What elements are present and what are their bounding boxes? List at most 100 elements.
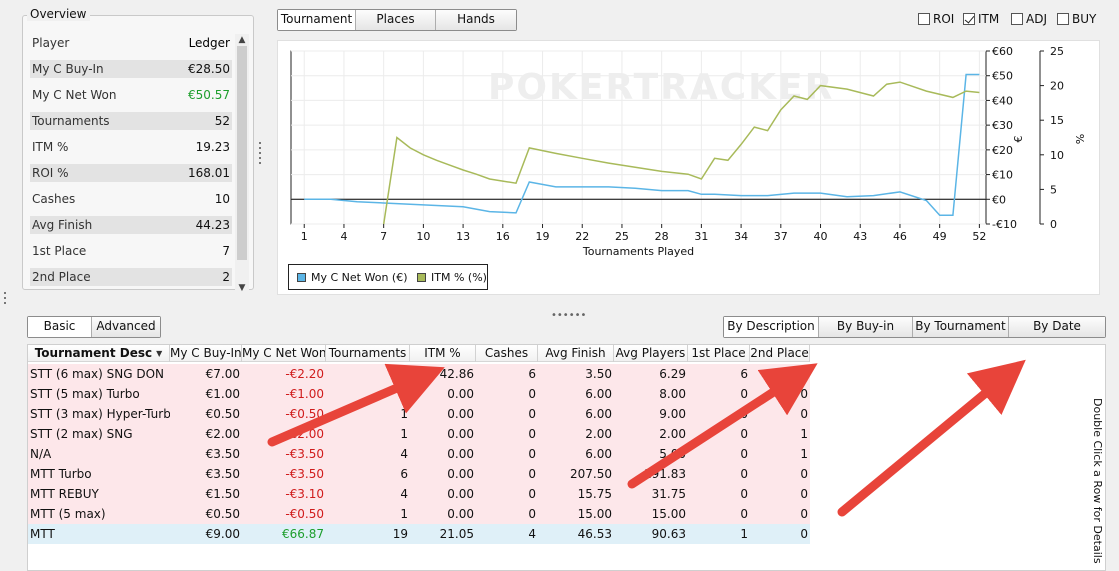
- column-header[interactable]: ITM %: [410, 345, 476, 362]
- left-splitter-grip[interactable]: [4, 292, 7, 318]
- table-cell: 6.00: [585, 407, 612, 421]
- table-cell: STT (2 max) SNG: [30, 427, 133, 441]
- x-tick-label: 46: [893, 230, 907, 243]
- overview-row-value: 10: [214, 192, 230, 206]
- chart-legend: My C Net Won (€) ITM % (%): [288, 264, 488, 290]
- tab-by-date[interactable]: By Date: [1009, 317, 1105, 337]
- checkbox-buy[interactable]: BUY: [1057, 12, 1096, 26]
- x-tick-label: 28: [655, 230, 669, 243]
- table-row[interactable]: N/A €3.50 -€3.50 4 0.00 0 6.00 5.00 0 1: [28, 444, 810, 464]
- tab-advanced[interactable]: Advanced: [92, 317, 160, 337]
- table-row[interactable]: MTT Turbo €3.50 -€3.50 6 0.00 0 207.50 191.83 0 0: [28, 464, 810, 484]
- table-cell: 0.00: [447, 507, 474, 521]
- table-cell: 6.29: [659, 367, 686, 381]
- overview-row-value: €28.50: [188, 62, 230, 76]
- y-tick-label-euro: €20: [992, 144, 1013, 157]
- column-header[interactable]: 1st Place: [688, 345, 750, 362]
- tab-by-tournament[interactable]: By Tournament: [913, 317, 1009, 337]
- table-cell: €3.50: [205, 467, 240, 481]
- checkbox-itm-box[interactable]: [963, 13, 975, 25]
- y-tick-label-percent: 15: [1050, 114, 1064, 127]
- table-cell: 19: [392, 527, 408, 541]
- y-tick-label-euro: -€10: [992, 218, 1017, 231]
- table-cell: N/A: [30, 447, 52, 461]
- column-header[interactable]: Cashes: [476, 345, 538, 362]
- overview-row-label: Tournaments: [32, 114, 110, 128]
- table-cell: 0.00: [447, 487, 474, 501]
- x-tick-label: 37: [774, 230, 788, 243]
- table-cell: -€2.20: [285, 367, 324, 381]
- overview-row: Cashes 10: [30, 190, 232, 208]
- table-cell: 0: [740, 427, 748, 441]
- table-cell: 191.83: [644, 467, 686, 481]
- table-cell: -€3.10: [285, 487, 324, 501]
- table-cell: -€0.50: [285, 507, 324, 521]
- chevron-up-icon[interactable]: ▲: [236, 34, 248, 46]
- y-tick-label-euro: €10: [992, 169, 1013, 182]
- column-header[interactable]: My C Net Won: [242, 345, 326, 362]
- table-row[interactable]: STT (5 max) Turbo €1.00 -€1.00 2 0.00 0 6.00 8.…: [28, 384, 810, 404]
- overview-title: Overview: [27, 7, 90, 21]
- table-row[interactable]: STT (6 max) SNG DON €7.00 -€2.20 14 42.86 6 3.…: [28, 364, 810, 384]
- checkbox-adj[interactable]: ADJ: [1011, 12, 1047, 26]
- overview-scrollbar[interactable]: ▲ ▼: [235, 34, 249, 296]
- chart-panel: POKERTRACKER 1 4 7 10 13 16 19 22 25 28 31 34 37 40 43 4…: [277, 40, 1100, 295]
- table-cell: 15.00: [651, 507, 686, 521]
- table-row[interactable]: MTT (5 max) €0.50 -€0.50 1 0.00 0 15.00 15.00 0 0: [28, 504, 810, 524]
- checkbox-buy-box[interactable]: [1057, 13, 1069, 25]
- column-header[interactable]: My C Buy-In: [170, 345, 242, 362]
- table-cell: 14: [392, 367, 408, 381]
- tab-by-description[interactable]: By Description: [724, 317, 819, 337]
- tournament-table: Tournament Desc ▼ My C Buy-In My C Net Won T…: [27, 344, 1106, 571]
- column-header[interactable]: Tournament Desc ▼: [28, 345, 170, 362]
- column-header[interactable]: 2nd Place: [750, 345, 810, 362]
- table-row[interactable]: STT (2 max) SNG €2.00 -€2.00 1 0.00 0 2.00 2.00…: [28, 424, 810, 444]
- table-cell: 0: [528, 407, 536, 421]
- vertical-splitter-grip[interactable]: [259, 142, 262, 168]
- table-cell: 1: [740, 527, 748, 541]
- overview-row-label: 2nd Place: [32, 270, 91, 284]
- x-tick-label: 13: [456, 230, 470, 243]
- table-cell: 6: [400, 467, 408, 481]
- overview-row-label: 1st Place: [32, 244, 87, 258]
- horizontal-splitter-grip[interactable]: ••••••: [551, 310, 586, 321]
- column-header[interactable]: Avg Players: [614, 345, 688, 362]
- overview-header-row: Player Ledger: [30, 34, 232, 52]
- results-chart: POKERTRACKER 1 4 7 10 13 16 19 22 25 28 31 34 37 40 43 4…: [290, 45, 1086, 258]
- table-cell: 1: [400, 507, 408, 521]
- legend-label-net-won: My C Net Won (€): [311, 271, 408, 284]
- table-cell: 0: [528, 387, 536, 401]
- y-tick-label-percent: 10: [1050, 149, 1064, 162]
- overview-scroll-thumb[interactable]: [237, 46, 247, 260]
- tab-hands[interactable]: Hands: [436, 10, 516, 30]
- table-cell: STT (5 max) Turbo: [30, 387, 140, 401]
- table-row[interactable]: MTT €9.00 €66.87 19 21.05 4 46.53 90.63 1 0: [28, 524, 810, 544]
- table-cell: 0: [528, 467, 536, 481]
- checkbox-roi[interactable]: ROI: [918, 12, 954, 26]
- table-row[interactable]: MTT REBUY €1.50 -€3.10 4 0.00 0 15.75 31.75 0 0: [28, 484, 810, 504]
- table-cell: 42.86: [439, 367, 474, 381]
- overview-row-value: 7: [222, 244, 230, 258]
- overview-row: Tournaments 52: [30, 112, 232, 130]
- table-cell: -€0.50: [285, 407, 324, 421]
- chevron-down-icon[interactable]: ▼: [236, 282, 248, 294]
- sort-desc-icon: ▼: [156, 349, 163, 358]
- checkbox-itm[interactable]: ITM: [963, 12, 999, 26]
- tab-by-buy-in[interactable]: By Buy-in: [819, 317, 913, 337]
- table-cell: €0.50: [205, 507, 240, 521]
- column-header[interactable]: Tournaments: [326, 345, 410, 362]
- table-cell: €7.00: [205, 367, 240, 381]
- y-tick-label-euro: €0: [992, 193, 1006, 206]
- tab-basic[interactable]: Basic: [28, 317, 92, 337]
- table-cell: 2.00: [585, 427, 612, 441]
- x-tick-label: 1: [301, 230, 308, 243]
- tab-places[interactable]: Places: [356, 10, 436, 30]
- tab-tournament[interactable]: Tournament: [278, 10, 356, 30]
- table-row[interactable]: STT (3 max) Hyper-Turbo €0.50 -€0.50 1 0.00 0…: [28, 404, 810, 424]
- column-header[interactable]: Avg Finish: [538, 345, 614, 362]
- checkbox-roi-box[interactable]: [918, 13, 930, 25]
- checkbox-adj-box[interactable]: [1011, 13, 1023, 25]
- table-cell: -€2.00: [285, 427, 324, 441]
- overview-row-value: 2: [222, 270, 230, 284]
- table-cell: 0: [740, 387, 748, 401]
